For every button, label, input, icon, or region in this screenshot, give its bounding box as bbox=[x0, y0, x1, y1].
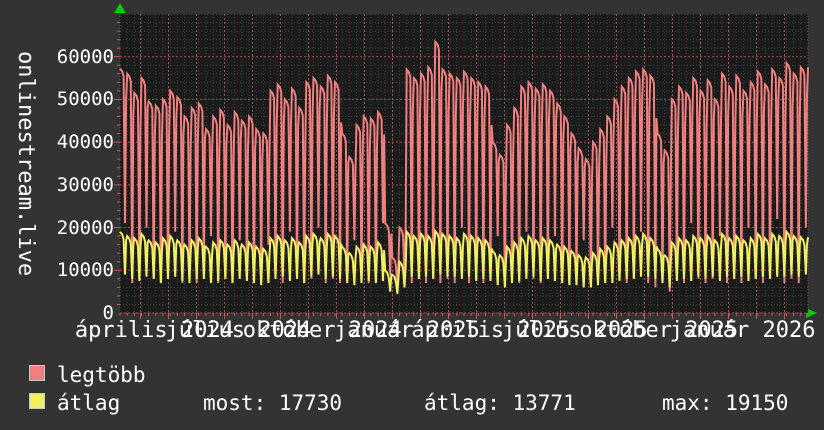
y-tick-label: 60000 bbox=[56, 45, 114, 68]
plot-area bbox=[114, 14, 809, 319]
y-tick-label: 30000 bbox=[56, 173, 114, 196]
y-tick-label: 10000 bbox=[56, 259, 114, 282]
graph-window: onlinestream.live 0 10000 20000 30000 40000 5… bbox=[0, 0, 824, 430]
y-tick-label: 50000 bbox=[56, 88, 114, 111]
y-axis-arrow-icon bbox=[114, 3, 126, 13]
y-tick-label: 20000 bbox=[56, 216, 114, 239]
stat-most: most: 17730 bbox=[203, 391, 343, 415]
legend-label-legtobb: legtöbb bbox=[57, 363, 146, 387]
x-tick-label: január 2026 bbox=[669, 318, 816, 343]
stat-max: max: 19150 bbox=[662, 391, 789, 415]
y-tick-label: 40000 bbox=[56, 131, 114, 154]
legend-label-atlag: átlag bbox=[57, 391, 121, 415]
legend-swatch-atlag bbox=[29, 393, 45, 409]
legend-swatch-legtobb bbox=[29, 365, 45, 381]
stat-atlag: átlag: 13771 bbox=[424, 391, 576, 415]
